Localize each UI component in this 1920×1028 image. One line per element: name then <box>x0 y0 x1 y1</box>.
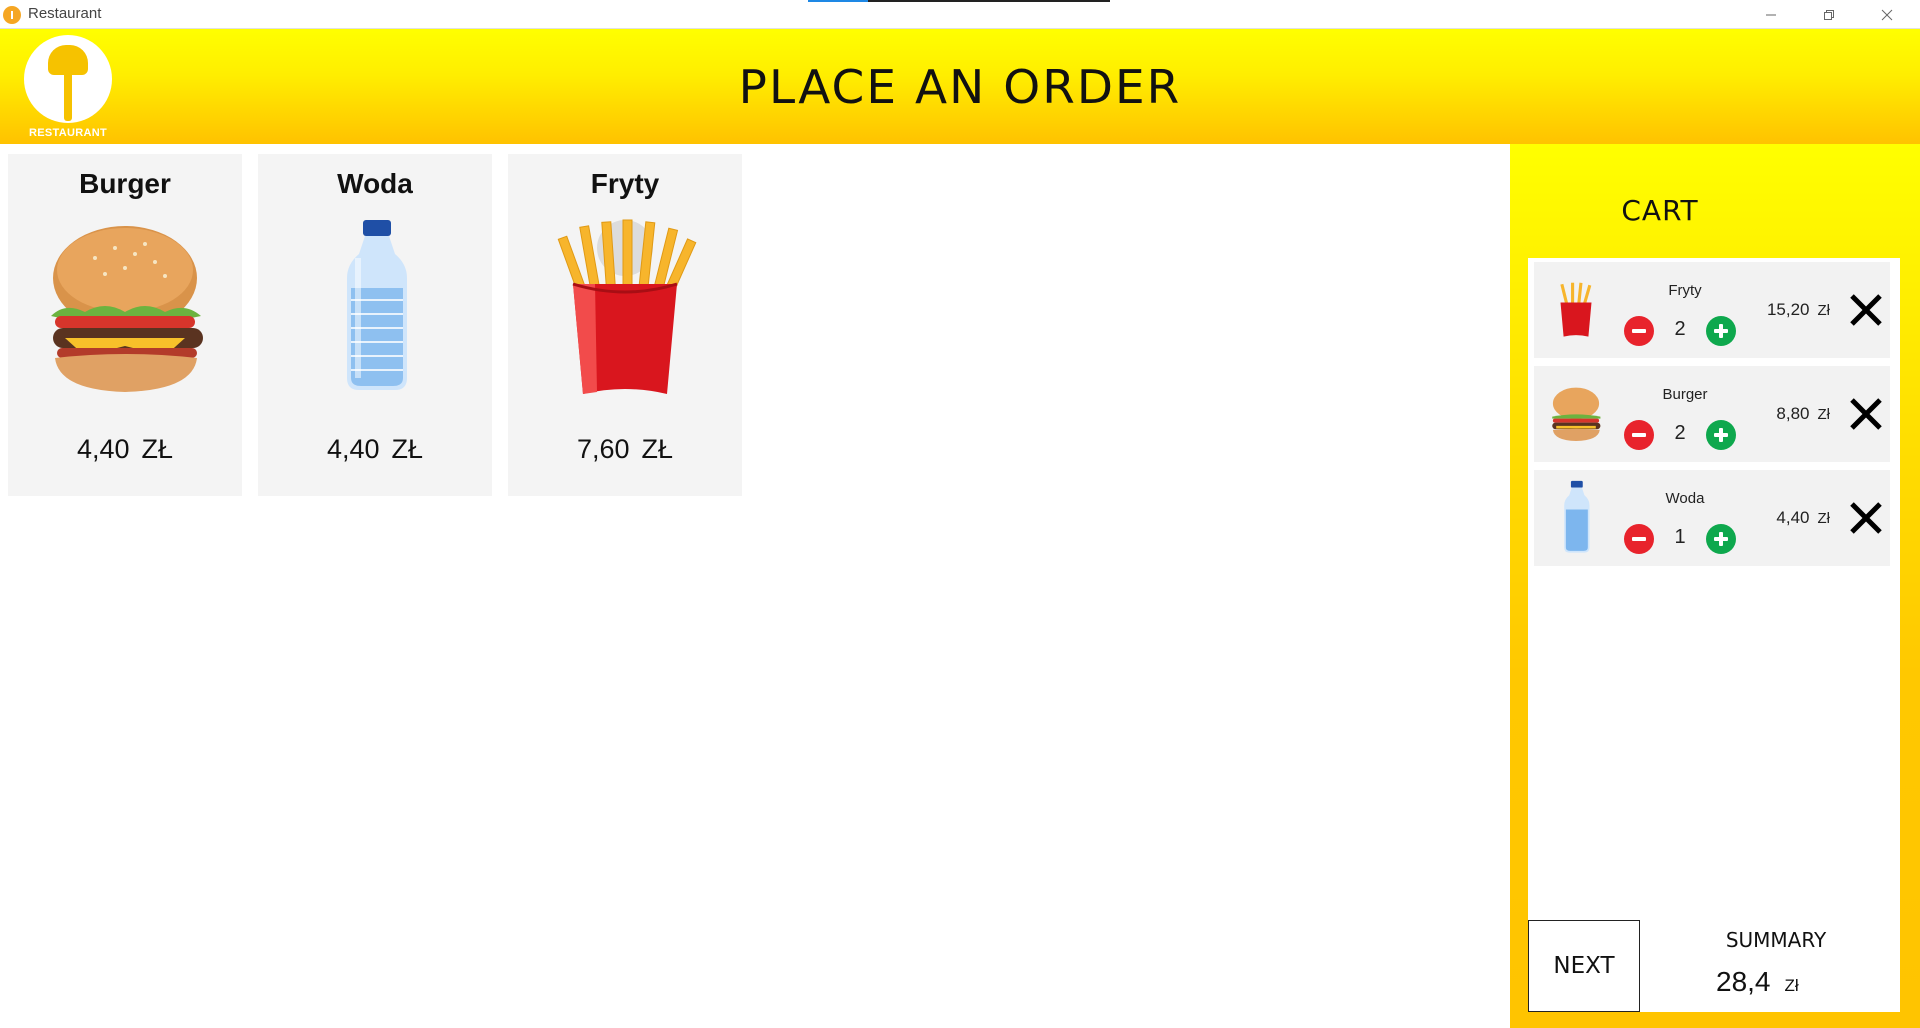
cart-item-price-value: 8,80 <box>1776 404 1810 423</box>
cart-item-price-value: 4,40 <box>1776 508 1810 527</box>
product-price-currency: ZŁ <box>641 434 674 464</box>
product-price-value: 4,40 <box>326 434 380 464</box>
app-window: Restaurant PLACE AN ORDER RESTAURANT Bur… <box>0 0 1920 1028</box>
remove-item-icon[interactable] <box>1848 500 1884 536</box>
logo-text: RESTAURANT <box>29 127 107 139</box>
minimize-button[interactable] <box>1742 0 1800 29</box>
burger-icon <box>8 218 242 398</box>
cart-item-fryty: Fryty 2 15,20 Zł <box>1534 262 1890 358</box>
decrease-quantity-button[interactable] <box>1624 420 1654 450</box>
summary-label: SUMMARY <box>1725 928 1827 952</box>
remove-item-icon[interactable] <box>1848 396 1884 432</box>
product-price: 4,40 ZŁ <box>8 434 242 465</box>
cart-item-price: 15,20 Zł <box>1744 300 1830 320</box>
app-icon <box>3 6 21 24</box>
close-icon <box>1881 9 1893 20</box>
restore-button[interactable] <box>1800 0 1858 29</box>
cart-item-woda: Woda 1 4,40 Zł <box>1534 470 1890 566</box>
cart-item-price: 4,40 Zł <box>1744 508 1830 528</box>
loading-bar-fill <box>808 0 868 2</box>
product-name: Burger <box>79 168 171 199</box>
cart-item-price-currency: Zł <box>1817 406 1831 423</box>
product-name: Woda <box>337 168 413 199</box>
cart-item-name: Fryty <box>1668 282 1702 299</box>
cart-item-quantity: 2 <box>1674 422 1686 444</box>
product-price-value: 4,40 <box>76 434 130 464</box>
cart-item-price-value: 15,20 <box>1766 300 1810 319</box>
decrease-quantity-button[interactable] <box>1624 524 1654 554</box>
decrease-quantity-button[interactable] <box>1624 316 1654 346</box>
cart-list: Fryty 2 15,20 Zł Burger 2 8,80 Zł Woda 1… <box>1528 258 1900 1012</box>
product-price: 7,60 ZŁ <box>508 434 742 465</box>
minimize-icon <box>1766 14 1776 15</box>
increase-quantity-button[interactable] <box>1706 524 1736 554</box>
cart-title: CART <box>1621 194 1699 227</box>
cart-item-quantity: 2 <box>1674 318 1686 340</box>
fries-icon <box>508 218 742 398</box>
summary-total-currency: Zł <box>1784 976 1799 995</box>
cart-item-quantity: 1 <box>1674 526 1686 548</box>
water-bottle-icon <box>258 218 492 398</box>
page-title: PLACE AN ORDER <box>738 59 1182 114</box>
close-button[interactable] <box>1858 0 1916 29</box>
remove-item-icon[interactable] <box>1848 292 1884 328</box>
burger-icon <box>1542 372 1610 456</box>
cart-item-price-currency: Zł <box>1817 510 1831 527</box>
cart-item-price: 8,80 Zł <box>1744 404 1830 424</box>
next-button[interactable]: NEXT <box>1528 920 1640 1012</box>
product-price-currency: ZŁ <box>141 434 174 464</box>
title-bar: Restaurant <box>0 0 1920 29</box>
header-bar: PLACE AN ORDER RESTAURANT <box>0 29 1920 144</box>
cart-item-name: Burger <box>1662 386 1708 403</box>
increase-quantity-button[interactable] <box>1706 316 1736 346</box>
product-card-fryty[interactable]: Fryty 7,60 ZŁ <box>508 154 742 496</box>
summary-total-value: 28,4 <box>1716 966 1771 997</box>
product-price-value: 7,60 <box>576 434 630 464</box>
loading-bar <box>808 0 1110 2</box>
product-price-currency: ZŁ <box>391 434 424 464</box>
summary-total: 28,4 Zł <box>1706 966 1866 998</box>
restaurant-logo: RESTAURANT <box>22 35 114 139</box>
product-price: 4,40 ZŁ <box>258 434 492 465</box>
fork-icon <box>64 71 72 121</box>
product-card-burger[interactable]: Burger 4,40 ZŁ <box>8 154 242 496</box>
cart-item-name: Woda <box>1665 490 1705 507</box>
fries-icon <box>1542 268 1610 352</box>
cart-item-burger: Burger 2 8,80 Zł <box>1534 366 1890 462</box>
increase-quantity-button[interactable] <box>1706 420 1736 450</box>
water-bottle-icon <box>1542 476 1610 560</box>
product-name: Fryty <box>590 168 660 199</box>
restore-icon <box>1824 9 1834 20</box>
cart-panel: CART Fryty 2 15,20 Zł Burger 2 8,80 Zł W… <box>1510 144 1920 1028</box>
cart-item-price-currency: Zł <box>1817 302 1831 319</box>
product-card-woda[interactable]: Woda 4,40 ZŁ <box>258 154 492 496</box>
window-title: Restaurant <box>28 5 102 22</box>
